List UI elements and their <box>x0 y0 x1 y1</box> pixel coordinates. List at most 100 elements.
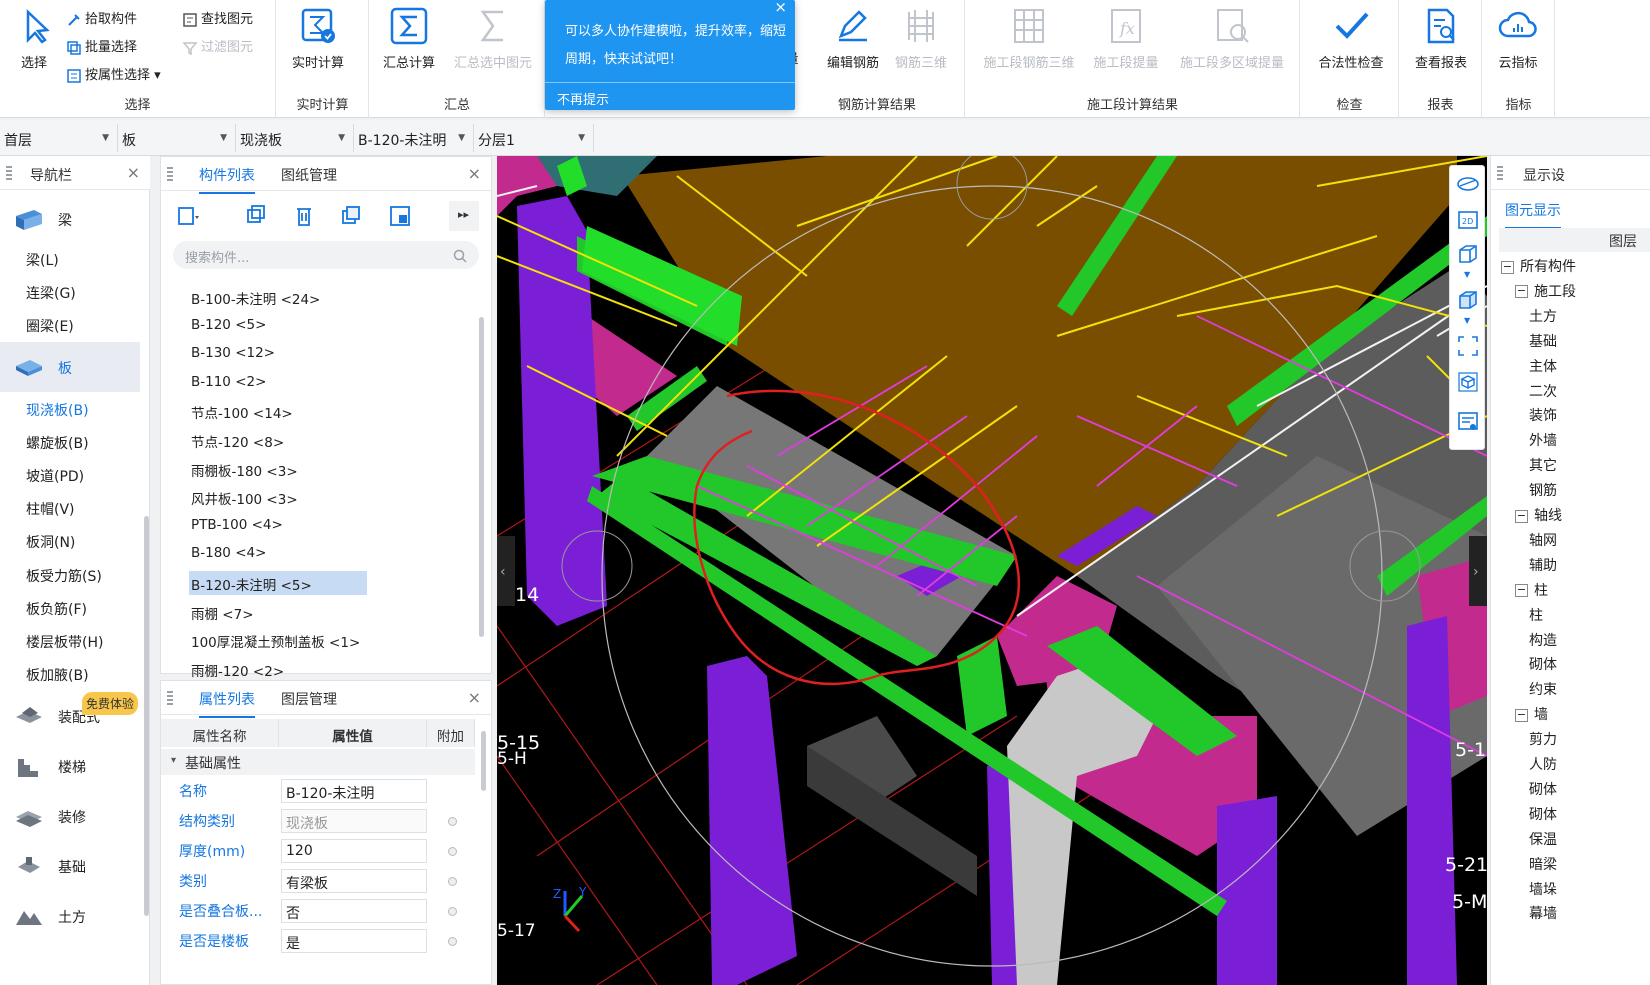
nav-item-coupling-beam[interactable]: 连梁(G) <box>26 283 76 303</box>
component-item[interactable]: 风井板-100 <3> <box>189 485 300 509</box>
layer-tree-item[interactable]: 构造 <box>1529 630 1557 650</box>
layer-tree-item[interactable]: 辅助 <box>1529 555 1557 575</box>
batch-select-button[interactable]: 批量选择 <box>66 36 137 58</box>
nav-item-slab-haunch[interactable]: 板加腋(B) <box>26 665 89 685</box>
nav-item-spiral-slab[interactable]: 螺旋板(B) <box>26 433 89 453</box>
component-item[interactable]: 雨棚 <7> <box>189 600 256 624</box>
component-item[interactable]: B-120 <5> <box>189 314 268 338</box>
sum-selected-button[interactable]: 汇总选中图元 <box>448 6 538 71</box>
drag-handle-icon[interactable] <box>167 691 173 705</box>
component-item[interactable]: 节点-100 <14> <box>189 399 295 423</box>
component-item[interactable]: B-120-未注明 <5> <box>189 571 367 595</box>
nav-item-ring-beam[interactable]: 圈梁(E) <box>26 316 74 336</box>
nav-scrollbar[interactable] <box>144 516 149 916</box>
drag-handle-icon[interactable] <box>1497 166 1503 180</box>
layer-tree-item[interactable]: 墙垛 <box>1529 879 1557 899</box>
view-cube-icon[interactable] <box>1456 370 1480 394</box>
layer-tree-item[interactable]: − 施工段 <box>1515 281 1576 301</box>
floor-select[interactable]: 首层 ▼ <box>0 124 118 152</box>
component-item[interactable]: B-180 <4> <box>189 542 268 566</box>
pick-component-button[interactable]: 拾取构件 <box>66 8 137 30</box>
component-item[interactable]: B-110 <2> <box>189 371 268 395</box>
nav-item-cast-slab[interactable]: 现浇板(B) <box>26 400 89 420</box>
fullscreen-icon[interactable] <box>1456 334 1480 358</box>
3d-view-icon[interactable] <box>1456 242 1480 266</box>
layer-tree-item[interactable]: 外墙 <box>1529 430 1557 450</box>
close-icon[interactable]: × <box>127 163 140 182</box>
layer-tree-item[interactable]: 其它 <box>1529 455 1557 475</box>
collapse-toggle-icon[interactable]: − <box>1501 260 1514 274</box>
layer-tree-item[interactable]: 主体 <box>1529 356 1557 376</box>
layer-tree-item[interactable]: 柱 <box>1529 605 1543 625</box>
chevron-down-icon[interactable]: ▼ <box>1464 270 1470 279</box>
copy-component-button[interactable] <box>239 201 273 231</box>
layer-tree-item[interactable]: 幕墙 <box>1529 903 1557 923</box>
collapse-toggle-icon[interactable]: − <box>1515 285 1528 299</box>
tooltip-close-icon[interactable]: × <box>774 0 787 16</box>
orbit-icon[interactable] <box>1456 172 1480 196</box>
2d-view-icon[interactable]: 2D <box>1456 208 1480 232</box>
section-basic-props[interactable]: ▾ 基础属性 <box>161 749 475 775</box>
property-value-field[interactable]: 120 <box>281 839 427 863</box>
component-item[interactable]: B-100-未注明 <24> <box>189 285 322 309</box>
edit-rebar-button[interactable]: 编辑钢筋 <box>822 6 884 71</box>
layer-tree-item[interactable]: 轴网 <box>1529 530 1557 550</box>
layer-tree-item[interactable]: 钢筋 <box>1529 480 1557 500</box>
tooltip-dismiss-link[interactable]: 不再提示 <box>545 82 795 110</box>
select-button[interactable]: 选择 <box>3 6 65 71</box>
component-item[interactable]: PTB-100 <4> <box>189 514 285 538</box>
select-by-attr-button[interactable]: 按属性选择 ▾ <box>66 64 161 86</box>
stage-rebar3d-button[interactable]: 施工段钢筋三维 <box>974 6 1084 71</box>
layer-tree-item[interactable]: 人防 <box>1529 754 1557 774</box>
close-icon[interactable]: × <box>468 688 481 707</box>
layer-tree-item[interactable]: 砌体 <box>1529 804 1557 824</box>
tab-drawing-manage[interactable]: 图纸管理 <box>281 165 337 185</box>
3d-viewport[interactable]: 14 5-15 5-H 5-17 5-21 5-M 5-1 Z Y ‹ › <box>497 156 1487 985</box>
layer-tree-item[interactable]: 二次 <box>1529 381 1557 401</box>
filter-element-button[interactable]: 过滤图元 <box>182 36 253 58</box>
nav-category-finish[interactable]: 装修 <box>0 791 140 841</box>
collapse-toggle-icon[interactable]: − <box>1515 584 1528 598</box>
layer-tree-item[interactable]: − 所有构件 <box>1501 256 1576 276</box>
extra-radio[interactable] <box>448 847 457 856</box>
solid-view-icon[interactable] <box>1456 288 1480 312</box>
stage-multi-button[interactable]: 施工段多区域提量 <box>1170 6 1294 71</box>
extra-radio[interactable] <box>448 937 457 946</box>
component-item[interactable]: 雨棚板-180 <3> <box>189 457 300 481</box>
duplicate-floor-button[interactable] <box>335 201 369 231</box>
layer-tree-item[interactable]: 剪力 <box>1529 729 1557 749</box>
type-select[interactable]: 现浇板 ▼ <box>236 124 354 152</box>
component-item[interactable]: B-130 <12> <box>189 342 277 366</box>
view-report-button[interactable]: 查看报表 <box>1406 6 1476 71</box>
layer-tree-item[interactable]: 基础 <box>1529 331 1557 351</box>
property-scrollbar[interactable] <box>481 731 486 791</box>
component-item[interactable]: 节点-120 <8> <box>189 428 286 452</box>
layer-tree-item[interactable]: − 墙 <box>1515 704 1548 724</box>
property-value-field[interactable]: 是 <box>281 929 427 953</box>
component-select[interactable]: B-120-未注明 ▼ <box>354 124 474 152</box>
nav-item-neg-rebar[interactable]: 板负筋(F) <box>26 599 87 619</box>
nav-item-column-cap[interactable]: 柱帽(V) <box>26 499 75 519</box>
layer-tree-item[interactable]: 约束 <box>1529 679 1557 699</box>
tab-property-list[interactable]: 属性列表 <box>199 689 255 718</box>
cloud-index-button[interactable]: 云指标 <box>1487 6 1549 71</box>
nav-item-slab-hole[interactable]: 板洞(N) <box>26 532 75 552</box>
nav-item-beam[interactable]: 梁(L) <box>26 250 59 270</box>
search-icon[interactable] <box>453 249 467 263</box>
collapse-toggle-icon[interactable]: − <box>1515 509 1528 523</box>
validity-check-button[interactable]: 合法性检查 <box>1309 6 1393 71</box>
layer-tree-item[interactable]: 土方 <box>1529 306 1557 326</box>
close-icon[interactable]: × <box>468 164 481 183</box>
tab-component-list[interactable]: 构件列表 <box>199 165 255 194</box>
chevron-down-icon[interactable]: ▼ <box>1464 316 1470 325</box>
layer-tree-item[interactable]: 砌体 <box>1529 779 1557 799</box>
layer-tree-item[interactable]: 装饰 <box>1529 405 1557 425</box>
free-trial-badge[interactable]: 免费体验 <box>82 692 139 715</box>
property-value-field[interactable]: 现浇板 <box>281 809 427 833</box>
rebar-3d-button[interactable]: 钢筋三维 <box>890 6 952 71</box>
nav-category-stairs[interactable]: 楼梯 <box>0 741 140 791</box>
tab-layer-manage[interactable]: 图层管理 <box>281 689 337 709</box>
property-value-field[interactable]: 否 <box>281 899 427 923</box>
new-component-button[interactable] <box>171 201 205 231</box>
more-tools-button[interactable]: ▸▸ <box>449 201 479 231</box>
